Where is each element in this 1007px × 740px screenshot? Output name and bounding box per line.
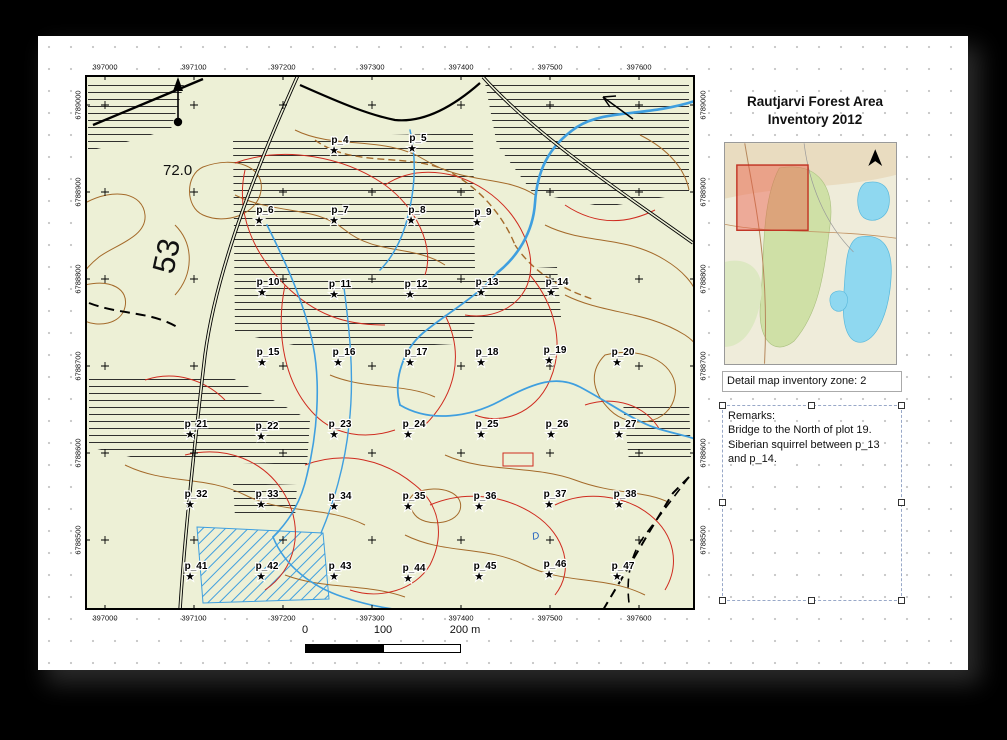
svg-text:p_32: p_32 [185,489,208,500]
main-map-item[interactable]: 72.053D ★p_4★p_5★p_6★p_7★p_8★p_9★p_10★p_… [85,75,695,610]
remarks-line: Siberian squirrel between p_13 and p_14. [728,438,896,467]
overview-lake [830,291,848,311]
svg-text:p_13: p_13 [476,277,499,288]
svg-text:p_9: p_9 [474,207,492,218]
grid-coordinate-label: 6788700 [699,351,708,380]
svg-text:p_6: p_6 [256,205,274,216]
selection-handle[interactable] [719,597,726,604]
grid-coordinate-label: 6788800 [74,264,83,293]
detail-zone-label-item[interactable]: Detail map inventory zone: 2 [722,371,902,392]
grid-coordinate-label: 6788500 [74,525,83,554]
svg-text:p_41: p_41 [185,561,208,572]
title-line1: Rautjarvi Forest Area [720,93,910,111]
svg-text:p_23: p_23 [329,419,352,430]
svg-text:p_47: p_47 [612,561,635,572]
grid-coordinate-label: 397300 [359,614,384,623]
svg-text:p_36: p_36 [474,491,497,502]
title-line2: Inventory 2012 [720,111,910,129]
grid-coordinate-label: 397000 [92,614,117,623]
svg-text:p_5: p_5 [409,133,427,144]
selection-handle[interactable] [719,402,726,409]
grid-coordinate-label: 397600 [626,614,651,623]
remarks-line: Bridge to the North of plot 19. [728,423,896,437]
svg-text:p_44: p_44 [403,563,426,574]
grid-coordinate-label: 397100 [181,63,206,72]
remarks-item[interactable]: Remarks: Bridge to the North of plot 19.… [722,405,902,601]
svg-text:p_10: p_10 [257,277,280,288]
grid-coordinate-label: 6788600 [74,438,83,467]
svg-text:p_42: p_42 [256,561,279,572]
scalebar-segment [306,645,383,652]
grid-coordinate-label: 6788900 [699,177,708,206]
selection-handle[interactable] [808,402,815,409]
grid-coordinate-label: 397500 [537,63,562,72]
layout-page: 72.053D ★p_4★p_5★p_6★p_7★p_8★p_9★p_10★p_… [38,36,968,670]
svg-text:p_25: p_25 [476,419,499,430]
grid-coordinate-label: 397200 [270,614,295,623]
svg-text:p_46: p_46 [544,559,567,570]
svg-text:p_8: p_8 [408,205,426,216]
grid-coordinate-label: 6788600 [699,438,708,467]
scalebar-label-0: 0 [302,624,308,636]
detail-zone-text: Detail map inventory zone: 2 [727,375,866,387]
overview-map-item[interactable] [724,142,897,365]
svg-text:p_19: p_19 [544,345,567,356]
selection-handle[interactable] [898,597,905,604]
overview-extent-highlight [737,165,808,230]
map-annotation: 53 [146,235,187,276]
grid-coordinate-label: 397600 [626,63,651,72]
svg-text:p_12: p_12 [405,279,428,290]
grid-coordinate-label: 397400 [448,614,473,623]
overview-map [725,143,896,364]
grid-coordinate-label: 6788800 [699,264,708,293]
svg-text:p_38: p_38 [614,489,637,500]
layout-canvas: { "title_block": { "line1": "Rautjarvi F… [0,0,1007,740]
svg-text:p_33: p_33 [256,489,279,500]
grid-coordinate-label: 397300 [359,63,384,72]
svg-text:p_35: p_35 [403,491,426,502]
svg-text:p_22: p_22 [256,421,279,432]
svg-text:p_34: p_34 [329,491,352,502]
grid-coordinate-label: 6788900 [74,177,83,206]
scalebar-label-200m: 200 m [450,624,481,636]
selection-handle[interactable] [898,402,905,409]
selection-handle[interactable] [808,597,815,604]
grid-coordinate-label: 397100 [181,614,206,623]
grid-coordinate-label: 397200 [270,63,295,72]
svg-text:p_27: p_27 [614,419,637,430]
detail-map[interactable]: 72.053D ★p_4★p_5★p_6★p_7★p_8★p_9★p_10★p_… [85,75,695,610]
remarks-heading: Remarks: [728,409,896,423]
overview-lake [858,182,890,220]
selection-handle[interactable] [719,499,726,506]
selection-handle[interactable] [898,499,905,506]
svg-text:p_24: p_24 [403,419,426,430]
svg-text:p_43: p_43 [329,561,352,572]
svg-text:p_7: p_7 [331,205,349,216]
svg-text:p_45: p_45 [474,561,497,572]
map-annotation: 72.0 [163,162,192,179]
grid-coordinate-label: 6789000 [699,90,708,119]
grid-coordinate-label: 6788500 [699,525,708,554]
svg-text:p_4: p_4 [331,135,349,146]
layout-title[interactable]: Rautjarvi Forest Area Inventory 2012 [720,93,910,128]
scalebar-label-100: 100 [374,624,392,636]
scalebar-item[interactable] [305,644,461,653]
grid-coordinate-label: 397000 [92,63,117,72]
svg-text:p_20: p_20 [612,347,635,358]
grid-coordinate-label: 397400 [448,63,473,72]
svg-text:p_15: p_15 [257,347,280,358]
svg-text:p_21: p_21 [185,419,208,430]
svg-text:p_26: p_26 [546,419,569,430]
svg-text:p_14: p_14 [546,277,569,288]
svg-text:p_17: p_17 [405,347,428,358]
grid-coordinate-label: 397500 [537,614,562,623]
grid-coordinate-label: 6789000 [74,90,83,119]
svg-text:p_11: p_11 [329,279,352,290]
grid-coordinate-label: 6788700 [74,351,83,380]
scalebar-segment [383,645,461,652]
svg-text:p_37: p_37 [544,489,567,500]
svg-text:p_16: p_16 [333,347,356,358]
svg-text:p_18: p_18 [476,347,499,358]
